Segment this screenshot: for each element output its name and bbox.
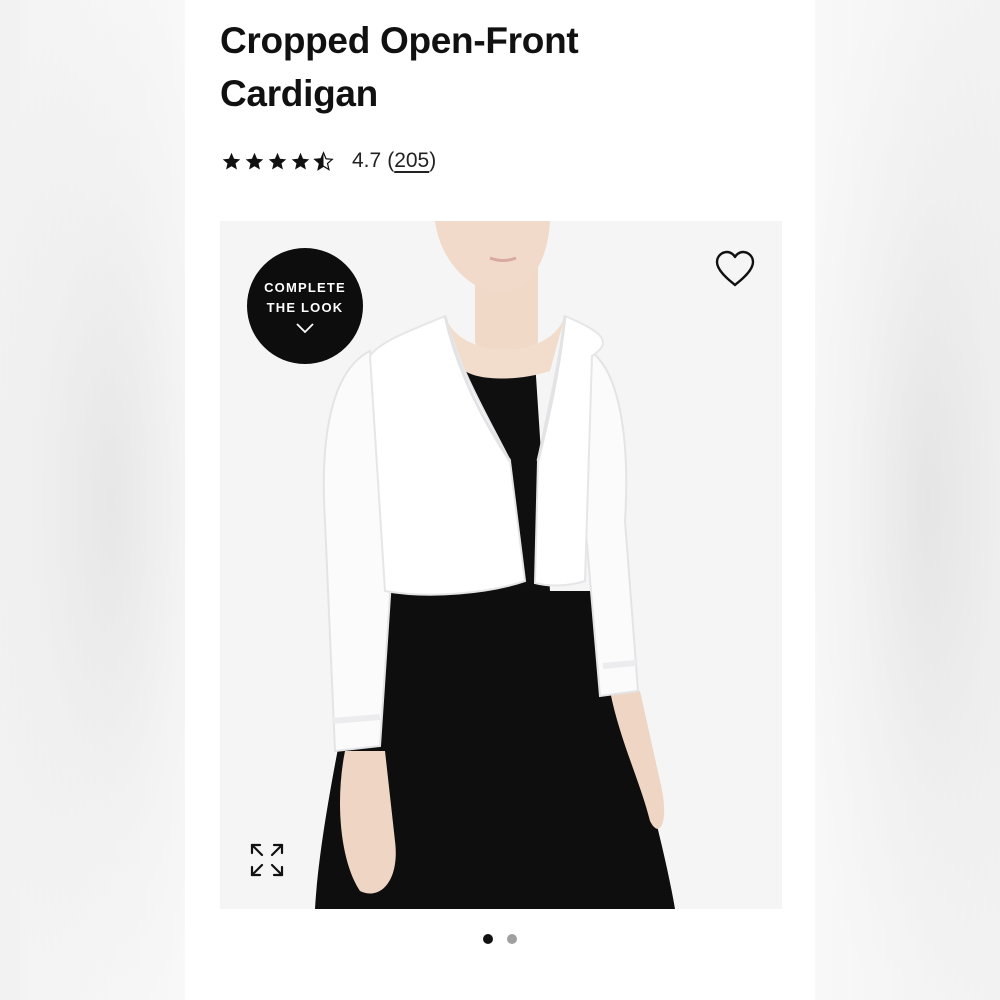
complete-the-look-line1: COMPLETE — [264, 280, 346, 295]
star-icon — [222, 152, 241, 170]
carousel-dot-active[interactable] — [483, 934, 493, 944]
product-image[interactable]: COMPLETE THE LOOK — [220, 221, 782, 909]
rating-summary: 4.7 (205) — [221, 146, 436, 176]
product-title-line2: Cardigan — [220, 73, 378, 114]
heart-icon[interactable] — [713, 248, 757, 290]
star-icon — [245, 152, 264, 170]
product-title-line1: Cropped Open-Front — [220, 20, 579, 61]
rating-value: 4.7 — [352, 149, 382, 172]
review-count[interactable]: (205) — [387, 149, 436, 173]
star-icon — [268, 152, 287, 170]
star-icon — [291, 152, 310, 170]
expand-icon[interactable] — [248, 841, 286, 879]
complete-the-look-line2: THE LOOK — [266, 300, 344, 315]
background-blur-left — [0, 0, 185, 1000]
chevron-down-icon — [296, 323, 314, 334]
star-half-icon — [313, 150, 334, 171]
star-rating — [221, 150, 334, 172]
carousel-dot[interactable] — [507, 934, 517, 944]
carousel-pagination — [185, 934, 815, 946]
product-title: Cropped Open-Front Cardigan — [220, 14, 740, 120]
complete-the-look-button[interactable]: COMPLETE THE LOOK — [247, 248, 363, 364]
review-count-close: ) — [429, 149, 437, 172]
review-count-link[interactable]: 205 — [394, 149, 429, 172]
background-blur-right — [815, 0, 1000, 1000]
product-panel: Cropped Open-Front Cardigan 4.7 (205) CO… — [185, 0, 815, 1000]
